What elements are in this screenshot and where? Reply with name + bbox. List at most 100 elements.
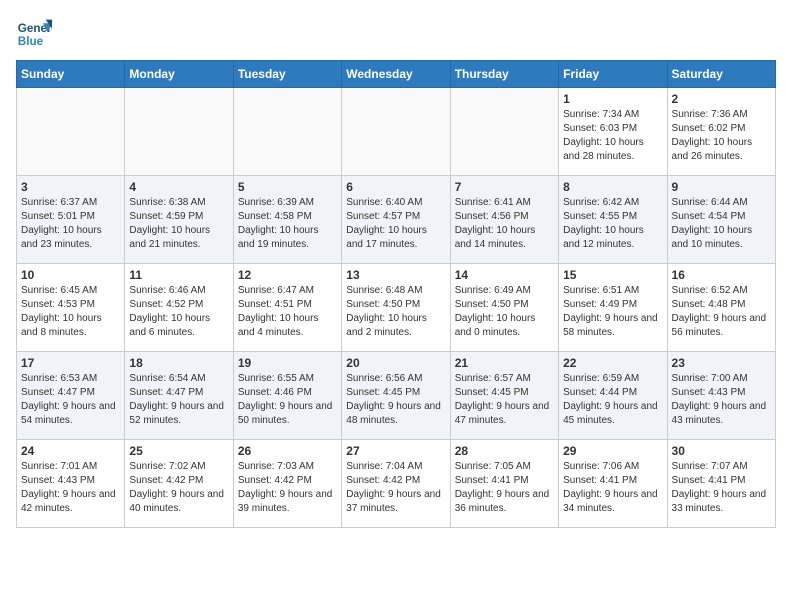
day-number: 16: [672, 268, 771, 282]
day-cell: 16 Sunrise: 6:52 AMSunset: 4:48 PMDayligh…: [667, 264, 775, 352]
day-info: Sunrise: 7:01 AMSunset: 4:43 PMDaylight:…: [21, 460, 120, 516]
day-info: Sunrise: 6:52 AMSunset: 4:48 PMDaylight:…: [672, 284, 771, 340]
day-cell: 3 Sunrise: 6:37 AMSunset: 5:01 PMDaylight…: [17, 176, 125, 264]
day-info: Sunrise: 7:34 AMSunset: 6:03 PMDaylight:…: [563, 108, 662, 164]
day-cell: 25Sunrise: 7:02 AMSunset: 4:42 PMDayligh…: [125, 440, 233, 528]
day-cell: 12 Sunrise: 6:47 AMSunset: 4:51 PMDayligh…: [233, 264, 341, 352]
day-number: 30: [672, 444, 771, 458]
day-cell: 1 Sunrise: 7:34 AMSunset: 6:03 PMDaylight…: [559, 88, 667, 176]
day-number: 10: [21, 268, 120, 282]
day-info: Sunrise: 6:54 AMSunset: 4:47 PMDaylight:…: [129, 372, 228, 428]
day-info: Sunrise: 6:49 AMSunset: 4:50 PMDaylight:…: [455, 284, 554, 340]
day-cell: 18 Sunrise: 6:54 AMSunset: 4:47 PMDayligh…: [125, 352, 233, 440]
day-info: Sunrise: 6:44 AMSunset: 4:54 PMDaylight:…: [672, 196, 771, 252]
logo-icon: General Blue: [16, 16, 52, 52]
day-cell: [342, 88, 450, 176]
day-number: 29: [563, 444, 662, 458]
day-info: Sunrise: 6:42 AMSunset: 4:55 PMDaylight:…: [563, 196, 662, 252]
day-cell: [233, 88, 341, 176]
day-number: 7: [455, 180, 554, 194]
day-number: 6: [346, 180, 445, 194]
day-info: Sunrise: 6:40 AMSunset: 4:57 PMDaylight:…: [346, 196, 445, 252]
day-cell: 7Sunrise: 6:41 AMSunset: 4:56 PMDaylight…: [450, 176, 558, 264]
day-cell: 21 Sunrise: 6:57 AMSunset: 4:45 PMDayligh…: [450, 352, 558, 440]
day-cell: 17 Sunrise: 6:53 AMSunset: 4:47 PMDayligh…: [17, 352, 125, 440]
week-row-2: 3 Sunrise: 6:37 AMSunset: 5:01 PMDaylight…: [17, 176, 776, 264]
day-info: Sunrise: 7:07 AMSunset: 4:41 PMDaylight:…: [672, 460, 771, 516]
day-number: 14: [455, 268, 554, 282]
day-cell: 9Sunrise: 6:44 AMSunset: 4:54 PMDaylight…: [667, 176, 775, 264]
day-number: 2: [672, 92, 771, 106]
day-cell: 6 Sunrise: 6:40 AMSunset: 4:57 PMDaylight…: [342, 176, 450, 264]
day-number: 28: [455, 444, 554, 458]
day-number: 1: [563, 92, 662, 106]
day-cell: 26Sunrise: 7:03 AMSunset: 4:42 PMDayligh…: [233, 440, 341, 528]
day-cell: 24 Sunrise: 7:01 AMSunset: 4:43 PMDayligh…: [17, 440, 125, 528]
day-number: 17: [21, 356, 120, 370]
day-cell: 13Sunrise: 6:48 AMSunset: 4:50 PMDayligh…: [342, 264, 450, 352]
day-cell: 22Sunrise: 6:59 AMSunset: 4:44 PMDayligh…: [559, 352, 667, 440]
day-number: 12: [238, 268, 337, 282]
page-header: General Blue: [16, 16, 776, 52]
day-info: Sunrise: 6:55 AMSunset: 4:46 PMDaylight:…: [238, 372, 337, 428]
weekday-header-row: SundayMondayTuesdayWednesdayThursdayFrid…: [17, 61, 776, 88]
day-number: 27: [346, 444, 445, 458]
day-info: Sunrise: 7:02 AMSunset: 4:42 PMDaylight:…: [129, 460, 228, 516]
day-number: 13: [346, 268, 445, 282]
day-number: 20: [346, 356, 445, 370]
day-info: Sunrise: 6:51 AMSunset: 4:49 PMDaylight:…: [563, 284, 662, 340]
day-cell: 8 Sunrise: 6:42 AMSunset: 4:55 PMDaylight…: [559, 176, 667, 264]
day-info: Sunrise: 6:47 AMSunset: 4:51 PMDaylight:…: [238, 284, 337, 340]
day-info: Sunrise: 6:53 AMSunset: 4:47 PMDaylight:…: [21, 372, 120, 428]
day-info: Sunrise: 6:56 AMSunset: 4:45 PMDaylight:…: [346, 372, 445, 428]
weekday-header-thursday: Thursday: [450, 61, 558, 88]
day-cell: 11Sunrise: 6:46 AMSunset: 4:52 PMDayligh…: [125, 264, 233, 352]
day-number: 19: [238, 356, 337, 370]
day-cell: 4Sunrise: 6:38 AMSunset: 4:59 PMDaylight…: [125, 176, 233, 264]
day-number: 23: [672, 356, 771, 370]
day-info: Sunrise: 6:45 AMSunset: 4:53 PMDaylight:…: [21, 284, 120, 340]
day-cell: 29Sunrise: 7:06 AMSunset: 4:41 PMDayligh…: [559, 440, 667, 528]
day-number: 11: [129, 268, 228, 282]
day-info: Sunrise: 7:05 AMSunset: 4:41 PMDaylight:…: [455, 460, 554, 516]
weekday-header-friday: Friday: [559, 61, 667, 88]
day-cell: [125, 88, 233, 176]
day-cell: 30 Sunrise: 7:07 AMSunset: 4:41 PMDayligh…: [667, 440, 775, 528]
day-number: 18: [129, 356, 228, 370]
day-number: 8: [563, 180, 662, 194]
day-cell: 5Sunrise: 6:39 AMSunset: 4:58 PMDaylight…: [233, 176, 341, 264]
weekday-header-saturday: Saturday: [667, 61, 775, 88]
day-info: Sunrise: 6:39 AMSunset: 4:58 PMDaylight:…: [238, 196, 337, 252]
weekday-header-tuesday: Tuesday: [233, 61, 341, 88]
day-info: Sunrise: 6:38 AMSunset: 4:59 PMDaylight:…: [129, 196, 228, 252]
day-cell: [17, 88, 125, 176]
day-number: 3: [21, 180, 120, 194]
logo: General Blue: [16, 16, 52, 52]
weekday-header-monday: Monday: [125, 61, 233, 88]
day-cell: 28 Sunrise: 7:05 AMSunset: 4:41 PMDayligh…: [450, 440, 558, 528]
calendar: SundayMondayTuesdayWednesdayThursdayFrid…: [16, 60, 776, 528]
day-info: Sunrise: 6:37 AMSunset: 5:01 PMDaylight:…: [21, 196, 120, 252]
day-number: 21: [455, 356, 554, 370]
day-cell: 14 Sunrise: 6:49 AMSunset: 4:50 PMDayligh…: [450, 264, 558, 352]
day-info: Sunrise: 6:57 AMSunset: 4:45 PMDaylight:…: [455, 372, 554, 428]
day-number: 24: [21, 444, 120, 458]
week-row-4: 17 Sunrise: 6:53 AMSunset: 4:47 PMDayligh…: [17, 352, 776, 440]
day-cell: 27 Sunrise: 7:04 AMSunset: 4:42 PMDayligh…: [342, 440, 450, 528]
day-cell: [450, 88, 558, 176]
day-info: Sunrise: 7:04 AMSunset: 4:42 PMDaylight:…: [346, 460, 445, 516]
day-cell: 10 Sunrise: 6:45 AMSunset: 4:53 PMDayligh…: [17, 264, 125, 352]
day-number: 22: [563, 356, 662, 370]
day-cell: 23 Sunrise: 7:00 AMSunset: 4:43 PMDayligh…: [667, 352, 775, 440]
svg-text:Blue: Blue: [18, 35, 44, 48]
day-cell: 20 Sunrise: 6:56 AMSunset: 4:45 PMDayligh…: [342, 352, 450, 440]
weekday-header-sunday: Sunday: [17, 61, 125, 88]
day-number: 15: [563, 268, 662, 282]
day-cell: 15 Sunrise: 6:51 AMSunset: 4:49 PMDayligh…: [559, 264, 667, 352]
weekday-header-wednesday: Wednesday: [342, 61, 450, 88]
day-cell: 2Sunrise: 7:36 AMSunset: 6:02 PMDaylight…: [667, 88, 775, 176]
week-row-3: 10 Sunrise: 6:45 AMSunset: 4:53 PMDayligh…: [17, 264, 776, 352]
day-info: Sunrise: 7:03 AMSunset: 4:42 PMDaylight:…: [238, 460, 337, 516]
day-info: Sunrise: 7:00 AMSunset: 4:43 PMDaylight:…: [672, 372, 771, 428]
day-cell: 19 Sunrise: 6:55 AMSunset: 4:46 PMDayligh…: [233, 352, 341, 440]
